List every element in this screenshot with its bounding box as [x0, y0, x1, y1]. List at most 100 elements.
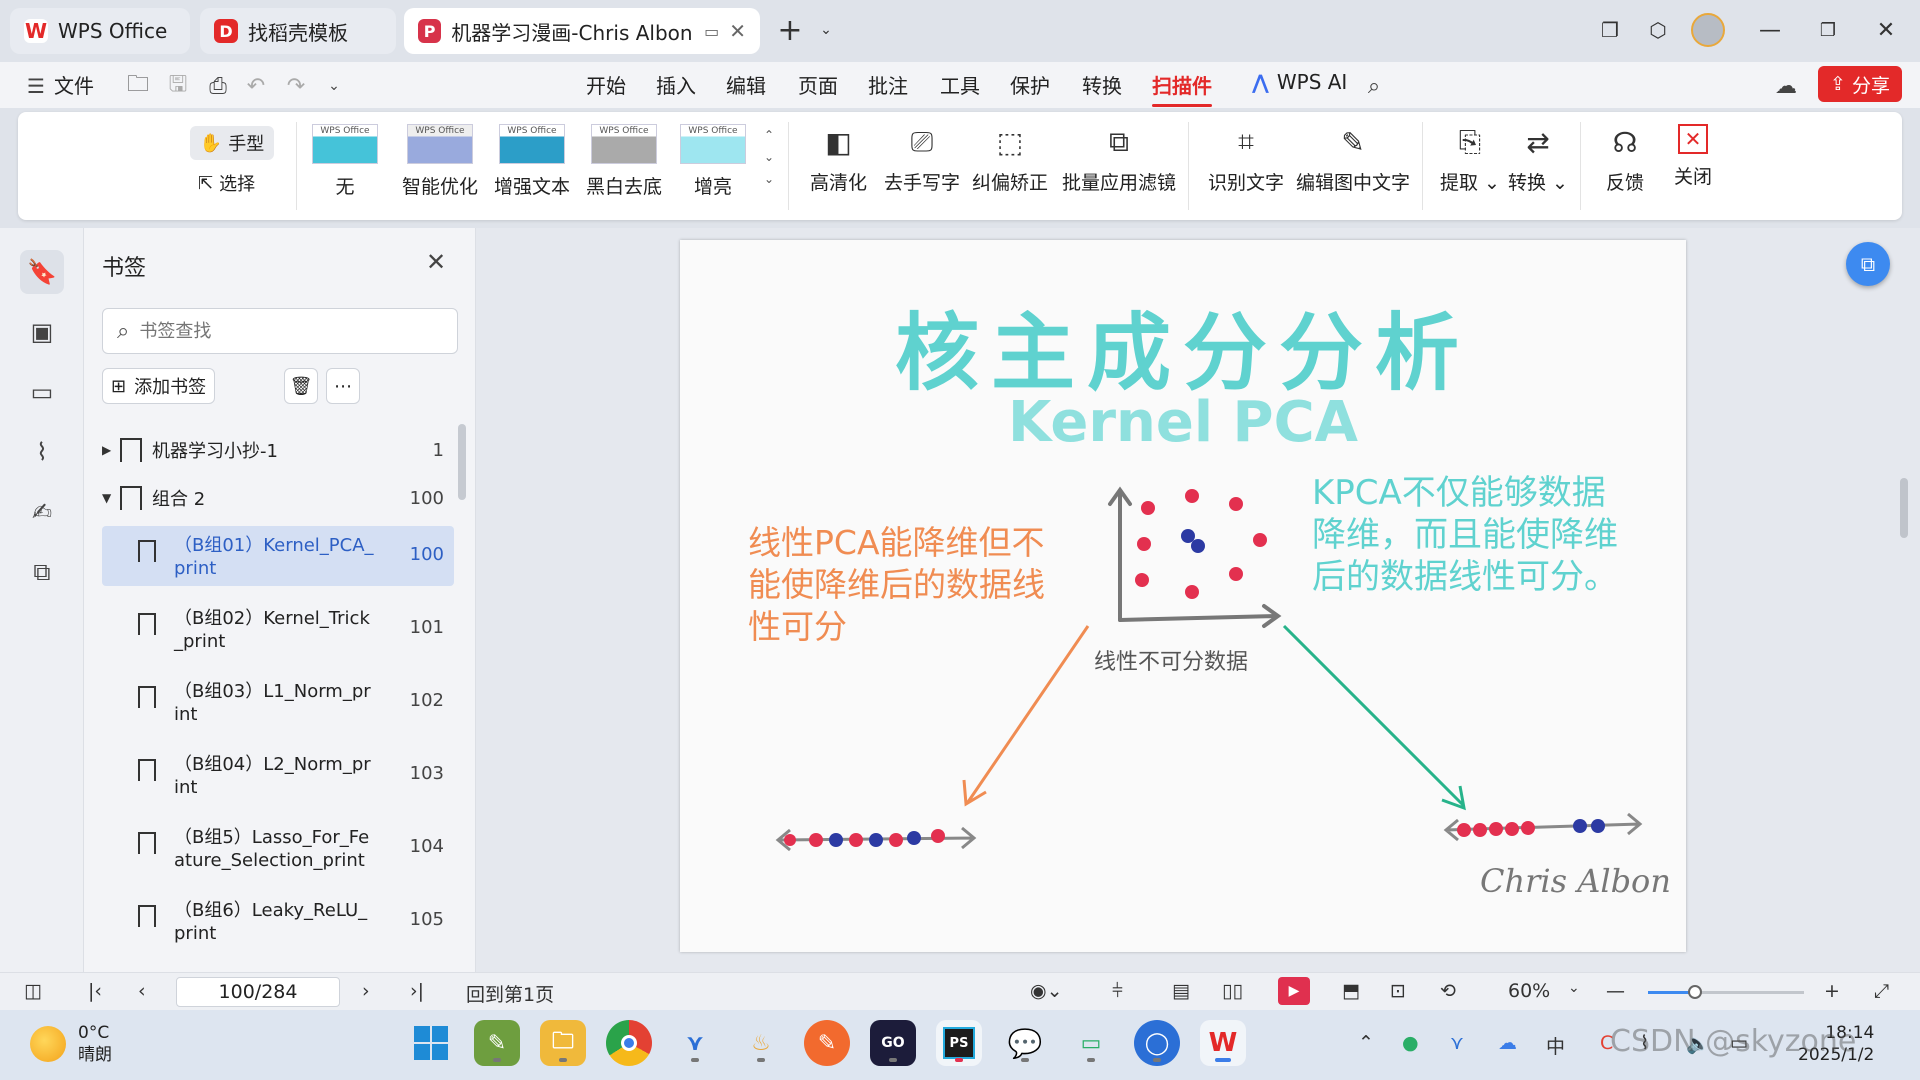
split-view-icon[interactable]: ⫩ — [1112, 980, 1123, 1002]
bookmark-item[interactable]: ▼ 组合 2 100 — [102, 474, 454, 522]
batch-filter-button[interactable]: ⧉ 批量应用滤镜 — [1062, 124, 1176, 195]
menu-tools[interactable]: 工具 — [940, 70, 980, 99]
menu-convert[interactable]: 转换 — [1082, 70, 1122, 99]
close-tab-icon[interactable]: ✕ — [729, 19, 746, 43]
bookmark-child-item[interactable]: （B组03）L1_Norm_print 102 — [102, 672, 454, 732]
layers-icon[interactable]: ⧉ — [20, 550, 64, 594]
last-page-icon[interactable]: ›| — [410, 980, 424, 1002]
floating-action-button[interactable]: ⧉ — [1846, 242, 1890, 286]
print-icon[interactable]: ⎙ — [204, 72, 232, 100]
wechat-icon[interactable]: 💬 — [1002, 1020, 1048, 1066]
add-bookmark-button[interactable]: ⊞ 添加书签 — [102, 368, 216, 404]
select-tool-button[interactable]: ⇱ 选择 — [198, 170, 255, 196]
ime-indicator[interactable]: 中 — [1546, 1032, 1565, 1059]
hand-tool-button[interactable]: ✋ 手型 — [190, 126, 274, 160]
hamburger-icon[interactable]: ☰ — [22, 72, 50, 100]
feishu-tray-icon[interactable]: ⋎ — [1450, 1032, 1464, 1054]
menu-file[interactable]: 文件 — [54, 70, 94, 99]
zoom-level[interactable]: 60% — [1508, 980, 1550, 1002]
cloud-upload-icon[interactable]: ☁ — [1772, 72, 1800, 100]
filter-enhance-text[interactable]: WPS Office 增强文本 — [494, 124, 570, 199]
attachment-icon[interactable]: ⌇ — [20, 430, 64, 474]
signature-icon[interactable]: ✍ — [20, 490, 64, 534]
more-options-button[interactable]: ⋯ — [326, 368, 360, 404]
back-to-first-link[interactable]: 回到第1页 — [466, 980, 554, 1007]
bookmark-search-input[interactable] — [139, 320, 420, 342]
bookmark-item[interactable]: ▶ 机器学习小抄-1 1 — [102, 426, 454, 474]
bookmark-child-item[interactable]: （B组6）Leaky_ReLU_print 105 — [102, 891, 454, 951]
play-slideshow-button[interactable]: ▶ — [1278, 977, 1310, 1005]
bookmark-child-item[interactable]: （B组02）Kernel_Trick_print 101 — [102, 599, 454, 659]
notepad-app-icon[interactable]: ✎ — [474, 1020, 520, 1066]
filter-smart[interactable]: WPS Office 智能优化 — [402, 124, 478, 199]
deskew-button[interactable]: ⬚ 纠偏矫正 — [972, 124, 1048, 195]
filter-bw[interactable]: WPS Office 黑白去底 — [586, 124, 662, 199]
screen-app-icon[interactable]: ▭ — [1068, 1020, 1114, 1066]
menu-comment[interactable]: 批注 — [868, 70, 908, 99]
tab-pdf-document[interactable]: P 机器学习漫画-Chris Albon.pd ▭ ✕ — [404, 8, 760, 54]
close-icon[interactable]: ✕ — [426, 248, 446, 276]
weather-widget[interactable]: 0°C 晴朗 — [30, 1022, 112, 1066]
menu-insert[interactable]: 插入 — [656, 70, 696, 99]
toggle-panel-icon[interactable]: ◫ — [24, 980, 42, 1002]
filter-scroll-arrows[interactable]: ⌃ ⌄ ⌄ — [764, 124, 774, 190]
window-layout-icon[interactable]: ❐ — [1590, 12, 1630, 48]
menu-page[interactable]: 页面 — [798, 70, 838, 99]
zoom-slider-knob[interactable] — [1687, 985, 1702, 999]
menu-wps-ai[interactable]: ⋀ WPS AI — [1252, 70, 1347, 94]
goland-icon[interactable]: GO — [870, 1020, 916, 1066]
menu-scan[interactable]: 扫描件 — [1152, 70, 1212, 107]
wps-taskbar-icon[interactable]: W — [1200, 1020, 1246, 1066]
share-button[interactable]: ⇪ 分享 — [1818, 66, 1902, 102]
bookmark-icon[interactable]: 🔖 — [20, 250, 64, 294]
feedback-button[interactable]: ☊ 反馈 — [1606, 124, 1644, 195]
two-page-icon[interactable]: ▯▯ — [1222, 980, 1243, 1002]
pycharm-icon[interactable]: PS — [936, 1020, 982, 1066]
zoom-slider[interactable] — [1648, 985, 1804, 999]
search-icon[interactable]: ⌕ — [1360, 72, 1388, 100]
prev-page-icon[interactable]: ‹ — [138, 980, 146, 1002]
menu-start[interactable]: 开始 — [586, 70, 626, 99]
delete-bookmark-button[interactable]: 🗑 — [284, 368, 318, 404]
pet-app-icon[interactable]: ♨ — [738, 1020, 784, 1066]
avatar[interactable] — [1688, 12, 1728, 48]
zoom-in-icon[interactable]: + — [1824, 980, 1840, 1002]
chevron-down-icon[interactable]: ⌄ — [320, 72, 348, 100]
panel-scrollbar[interactable] — [458, 424, 466, 500]
open-folder-icon[interactable]: 🗀 — [124, 72, 152, 100]
chevron-down-icon[interactable]: ⌄ — [806, 12, 846, 48]
rotate-icon[interactable]: ⟲ — [1440, 980, 1456, 1002]
collapse-arrow-icon[interactable]: ▼ — [102, 491, 120, 505]
filter-brighten[interactable]: WPS Office 增亮 — [680, 124, 746, 199]
filter-none[interactable]: WPS Office 无 — [312, 124, 378, 199]
edit-image-text-button[interactable]: ✎ 编辑图中文字 — [1296, 124, 1410, 195]
bookmark-child-item[interactable]: （B组01）Kernel_PCA_print 100 — [102, 526, 454, 586]
extract-button[interactable]: ⎘ 提取 ⌄ — [1440, 124, 1500, 195]
circle-app-icon[interactable]: ◯ — [1134, 1020, 1180, 1066]
bookmark-child-item[interactable]: （B组04）L2_Norm_print 103 — [102, 745, 454, 805]
file-explorer-icon[interactable]: 🗀 — [540, 1020, 586, 1066]
thumbnail-icon[interactable]: ▣ — [20, 310, 64, 354]
ocr-button[interactable]: ⌗ 识别文字 — [1208, 124, 1284, 195]
fit-page-icon[interactable]: ⊡ — [1390, 980, 1406, 1002]
fullscreen-icon[interactable]: ⤢ — [1874, 980, 1889, 1002]
single-page-icon[interactable]: ▤ — [1172, 980, 1190, 1002]
tab-wps-office[interactable]: W WPS Office — [10, 8, 190, 54]
hd-button[interactable]: ◧ 高清化 — [810, 124, 867, 195]
restore-icon[interactable]: ❐ — [1808, 12, 1848, 48]
redo-icon[interactable]: ↷ — [282, 72, 310, 100]
tab-template[interactable]: D 找稻壳模板 — [200, 8, 396, 54]
new-tab-icon[interactable]: + — [770, 12, 810, 48]
save-icon[interactable]: 🖫 — [164, 72, 192, 100]
cloud-tray-icon[interactable]: ☁ — [1498, 1032, 1517, 1054]
menu-protect[interactable]: 保护 — [1010, 70, 1050, 99]
next-page-icon[interactable]: › — [362, 980, 370, 1002]
minimize-icon[interactable]: — — [1750, 12, 1790, 48]
feishu-icon[interactable]: ⋎ — [672, 1020, 718, 1066]
bookmark-child-item[interactable]: （B组5）Lasso_For_Feature_Selection_print 1… — [102, 818, 454, 878]
expand-arrow-icon[interactable]: ▶ — [102, 443, 120, 457]
close-scan-button[interactable]: ✕ 关闭 — [1674, 124, 1712, 189]
page-number-field[interactable]: 100/284 — [176, 977, 340, 1007]
start-windows-icon[interactable] — [408, 1020, 454, 1066]
eye-icon[interactable]: ◉⌄ — [1030, 980, 1063, 1002]
